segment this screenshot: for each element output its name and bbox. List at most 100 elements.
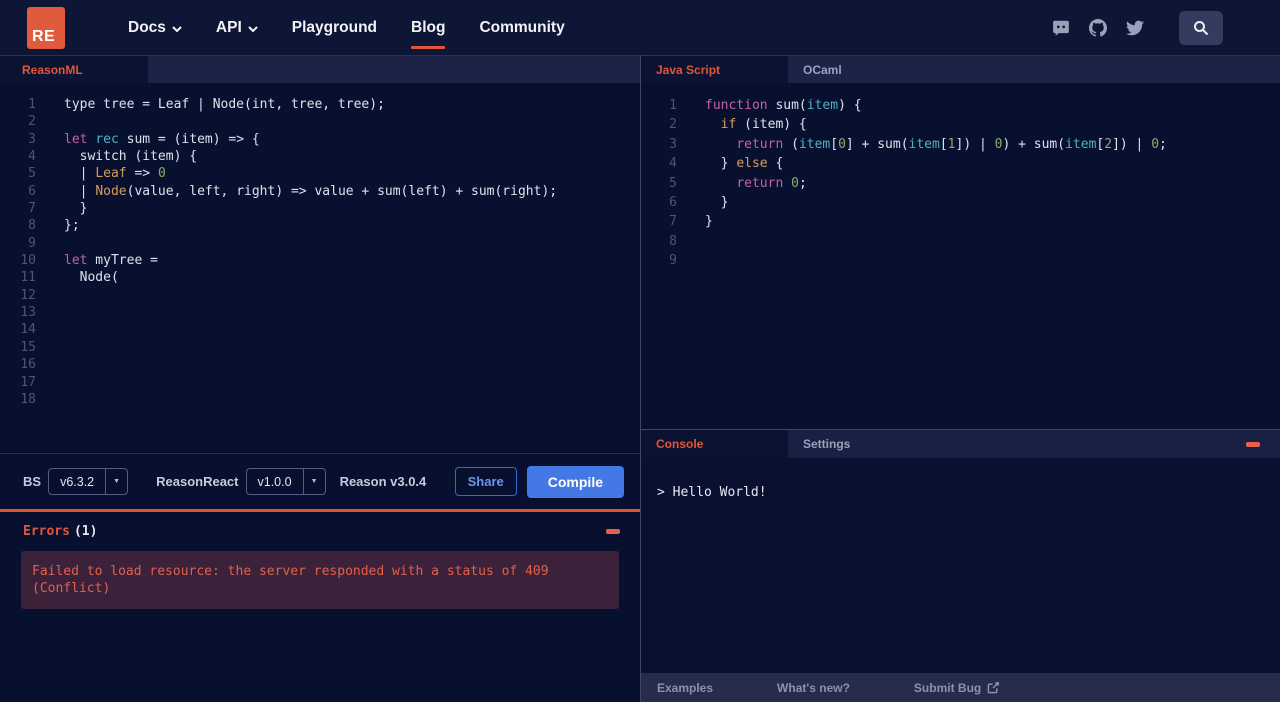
code-line: 8}; — [0, 217, 640, 234]
line-number: 8 — [28, 218, 36, 234]
line-number: 3 — [28, 131, 36, 147]
nav-item-blog[interactable]: Blog — [411, 19, 446, 49]
code-line: 5 | Leaf => 0 — [0, 165, 640, 182]
js-output-editor[interactable]: 1 function sum(item) {2 if (item) {3 retu… — [641, 83, 1280, 429]
nav-links: Docs API Playground Blog Community — [128, 19, 565, 49]
bs-version-select[interactable]: v6.3.2 ▼ — [48, 468, 129, 495]
reasonreact-label: ReasonReact — [156, 474, 239, 489]
errors-header: Errors (1) — [0, 512, 640, 551]
search-button[interactable] — [1179, 10, 1223, 45]
dropdown-arrow-icon: ▼ — [105, 469, 127, 494]
console-panel: Console Settings > Hello World! Examples… — [641, 429, 1280, 702]
tab-reasonml[interactable]: ReasonML — [0, 56, 148, 83]
errors-panel: Errors (1) Failed to load resource: the s… — [0, 512, 640, 702]
code-line: 3 return (item[0] + sum(item[1]) | 0) + … — [641, 135, 1280, 154]
code-line: 12 — [0, 287, 640, 304]
nav-item-api[interactable]: API — [216, 19, 258, 37]
console-output: > Hello World! — [641, 458, 1280, 673]
tab-settings[interactable]: Settings — [788, 430, 935, 458]
code-line: 15 — [0, 339, 640, 356]
editor-toolbar: BS v6.3.2 ▼ ReasonReact v1.0.0 ▼ Reason … — [0, 453, 640, 509]
console-footer: Examples What's new? Submit Bug — [641, 673, 1280, 702]
logo-text: RE — [32, 27, 56, 45]
code-line: 4 } else { — [641, 154, 1280, 173]
app: RE Docs API Playground Blog Community Re… — [0, 0, 1280, 702]
code-line: 16 — [0, 356, 640, 373]
external-link-icon — [987, 682, 1000, 694]
nav-social-icons — [1052, 10, 1223, 45]
code-line: 1 type tree = Leaf | Node(int, tree, tree… — [0, 96, 640, 113]
line-number: 15 — [20, 339, 36, 355]
code-line: 1 function sum(item) { — [641, 96, 1280, 115]
line-number: 6 — [669, 195, 677, 211]
search-icon — [1194, 20, 1209, 35]
bs-label: BS — [23, 474, 42, 489]
code-line: 7 } — [0, 200, 640, 217]
line-number: 5 — [28, 166, 36, 182]
code-line: 2 — [0, 113, 640, 130]
line-number: 2 — [28, 114, 36, 130]
dropdown-arrow-icon: ▼ — [302, 469, 325, 494]
code-line: 14 — [0, 321, 640, 338]
github-icon[interactable] — [1089, 18, 1107, 37]
line-number: 7 — [28, 201, 36, 217]
twitter-icon[interactable] — [1126, 19, 1144, 37]
tab-console[interactable]: Console — [641, 430, 788, 458]
collapse-console-icon[interactable] — [1246, 441, 1260, 447]
nav-item-community[interactable]: Community — [479, 19, 564, 37]
line-number: 7 — [669, 214, 677, 230]
whats-new-link[interactable]: What's new? — [777, 681, 850, 695]
code-line: 2 if (item) { — [641, 115, 1280, 134]
share-button[interactable]: Share — [454, 467, 517, 496]
line-number: 8 — [669, 233, 677, 249]
reason-version-label: Reason v3.0.4 — [339, 474, 427, 489]
top-nav: RE Docs API Playground Blog Community — [0, 0, 1280, 55]
submit-bug-link[interactable]: Submit Bug — [914, 681, 1000, 695]
line-number: 11 — [20, 270, 36, 286]
discord-icon[interactable] — [1052, 19, 1070, 37]
reason-code-editor[interactable]: 1 type tree = Leaf | Node(int, tree, tree… — [0, 83, 640, 453]
console-tabstrip: Console Settings — [641, 430, 1280, 458]
examples-link[interactable]: Examples — [657, 681, 713, 695]
line-number: 5 — [669, 175, 677, 191]
code-line: 4 switch (item) { — [0, 148, 640, 165]
code-line: 6 } — [641, 193, 1280, 212]
error-message: Failed to load resource: the server resp… — [21, 551, 619, 609]
line-number: 17 — [20, 374, 36, 390]
line-number: 4 — [669, 156, 677, 172]
logo[interactable]: RE — [27, 6, 65, 49]
code-line: 10 let myTree = — [0, 252, 640, 269]
nav-item-docs[interactable]: Docs — [128, 19, 182, 37]
collapse-errors-icon[interactable] — [606, 529, 620, 534]
chevron-down-icon — [172, 25, 182, 32]
line-number: 1 — [669, 98, 677, 113]
code-line: 5 return 0; — [641, 174, 1280, 193]
tab-javascript[interactable]: Java Script — [641, 56, 788, 83]
code-line: 6 | Node(value, left, right) => value + … — [0, 183, 640, 200]
nav-item-playground[interactable]: Playground — [292, 19, 377, 37]
line-number: 3 — [669, 136, 677, 152]
errors-title: Errors — [23, 524, 70, 539]
line-number: 13 — [20, 305, 36, 321]
line-number: 12 — [20, 287, 36, 303]
code-line: 9 — [0, 235, 640, 252]
code-line: 13 — [0, 304, 640, 321]
line-number: 18 — [20, 391, 36, 407]
line-number: 16 — [20, 357, 36, 373]
tab-ocaml[interactable]: OCaml — [788, 56, 935, 83]
code-line: 7} — [641, 212, 1280, 231]
code-line: 18 — [0, 391, 640, 408]
code-line: 11 Node( — [0, 269, 640, 286]
code-line: 3 let rec sum = (item) => { — [0, 131, 640, 148]
line-number: 10 — [20, 253, 36, 269]
line-number: 4 — [28, 149, 36, 165]
code-line: 8 — [641, 232, 1280, 251]
compile-button[interactable]: Compile — [526, 465, 624, 498]
reasonreact-version-select[interactable]: v1.0.0 ▼ — [245, 468, 326, 495]
line-number: 6 — [28, 183, 36, 199]
output-panel: Java Script OCaml 1 function sum(item) {2… — [640, 55, 1280, 702]
left-tabstrip: ReasonML — [0, 55, 640, 83]
errors-count: (1) — [73, 524, 98, 539]
code-line: 9 — [641, 251, 1280, 270]
reason-panel: ReasonML 1 type tree = Leaf | Node(int, t… — [0, 55, 640, 702]
